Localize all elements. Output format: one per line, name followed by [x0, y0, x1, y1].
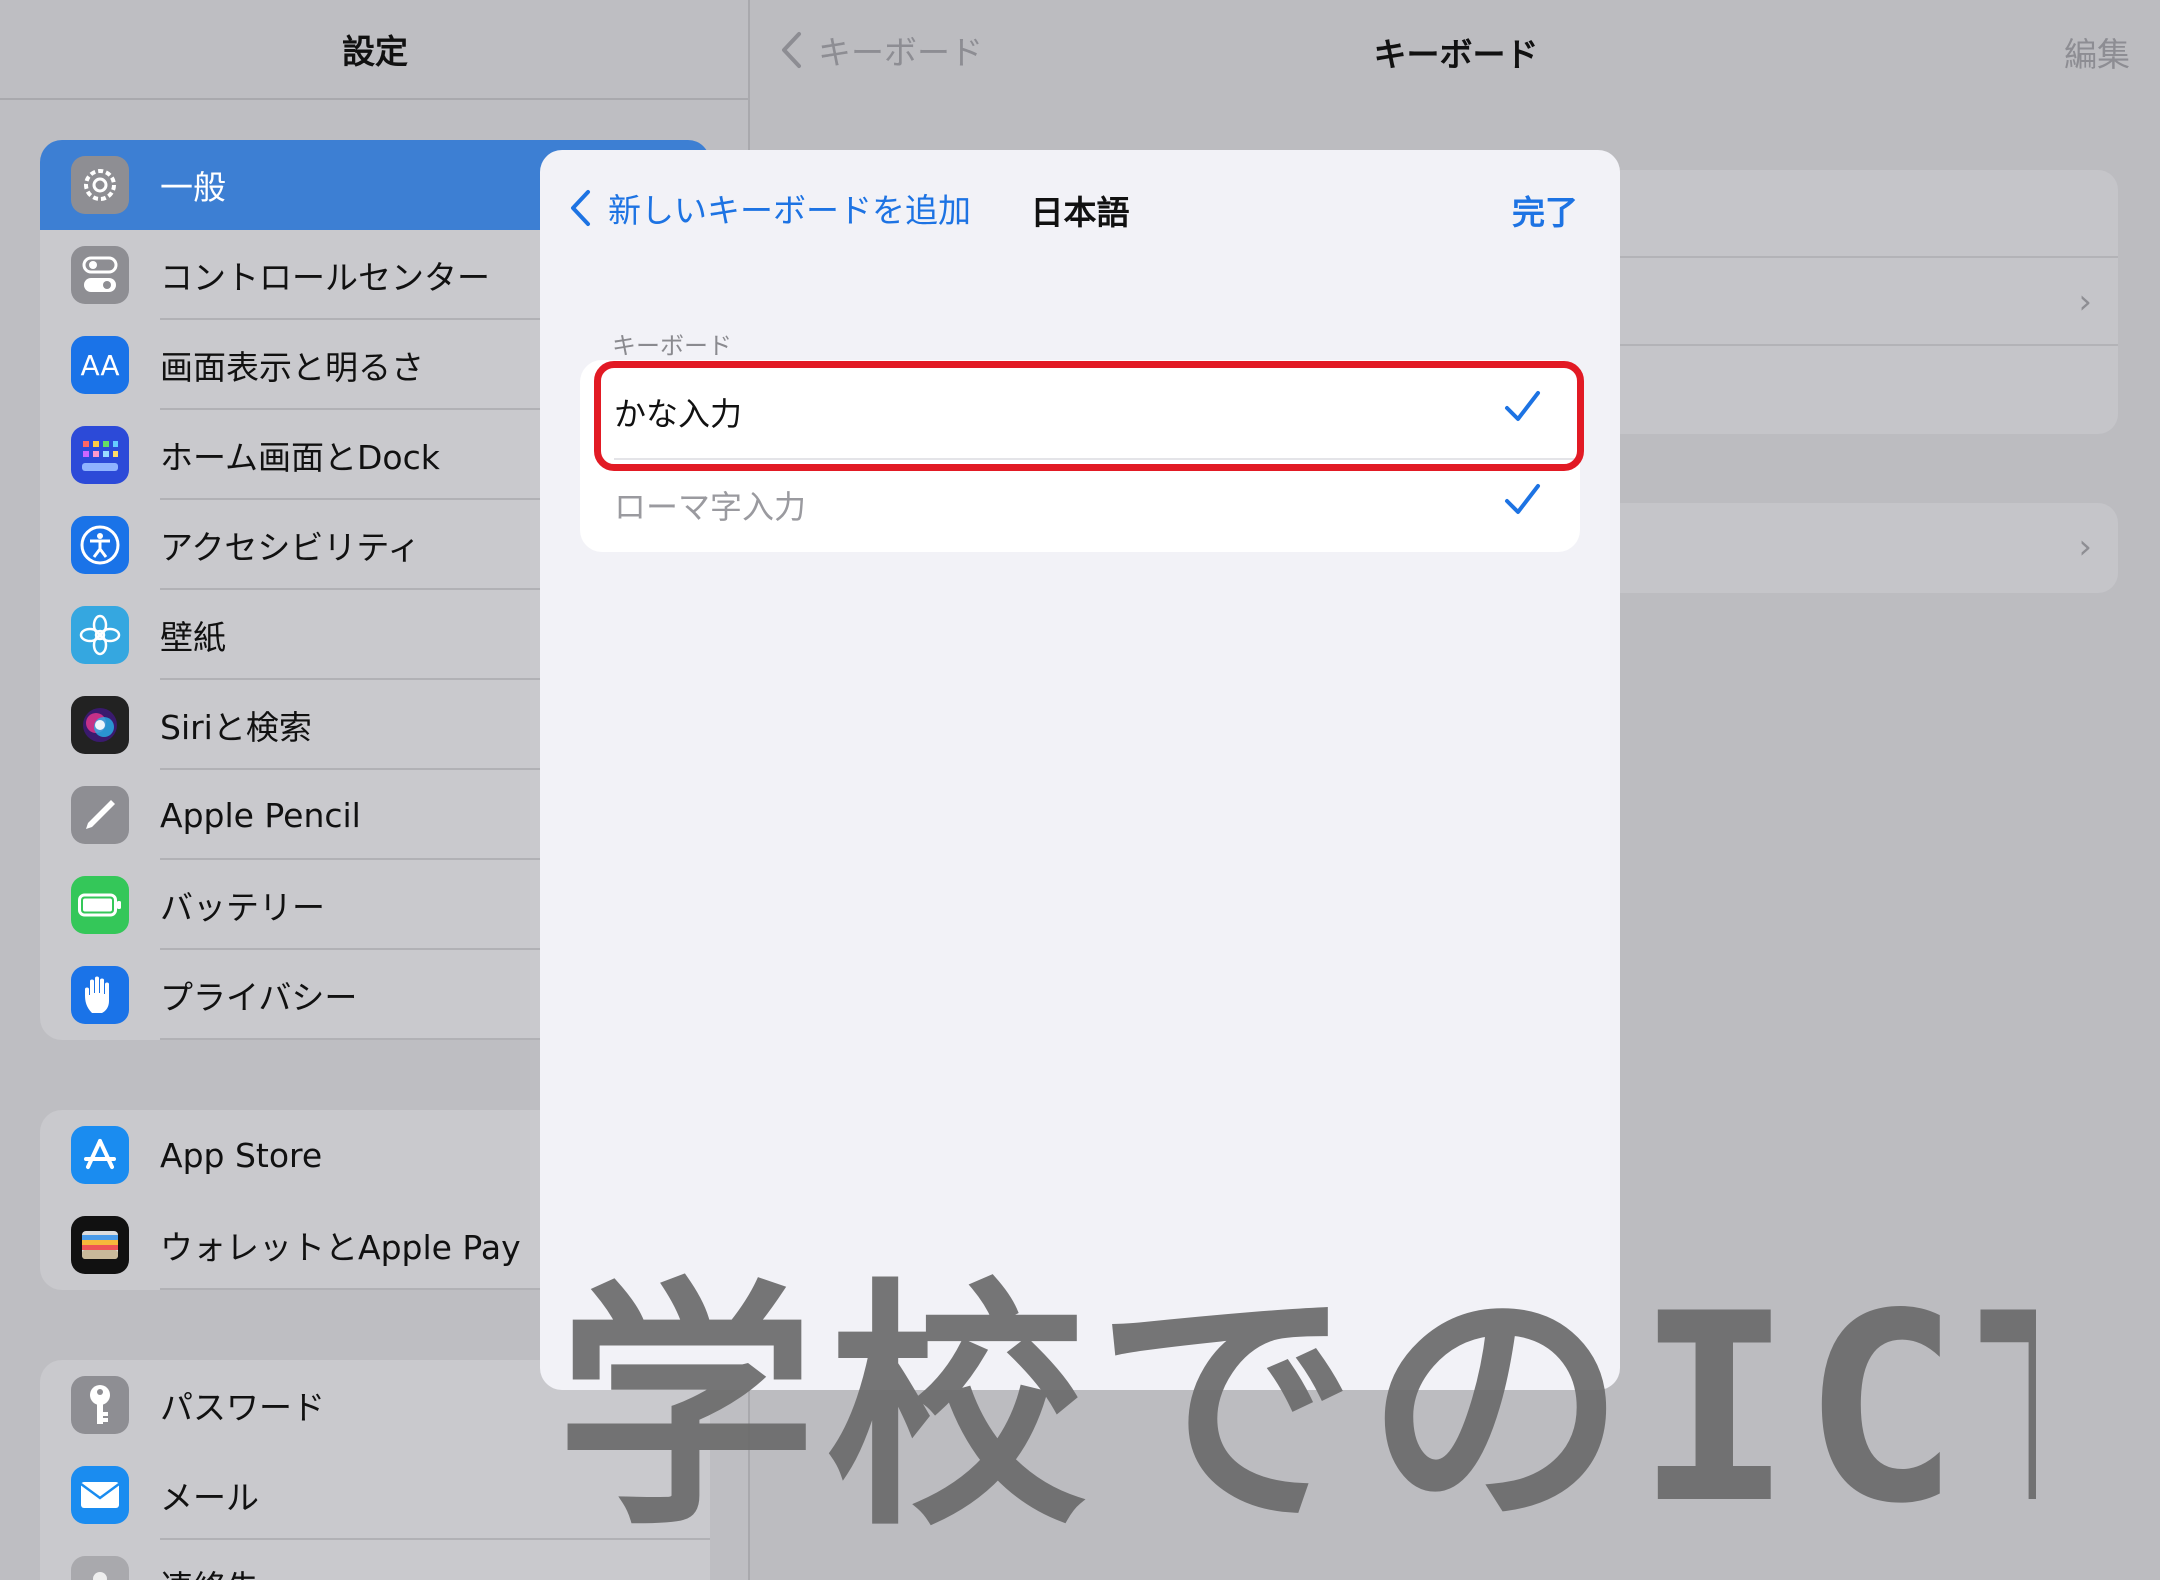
- accessibility-icon: [71, 516, 129, 574]
- annotation-highlight-box: [594, 361, 1584, 471]
- sidebar-item-label: Siriと検索: [160, 708, 312, 747]
- key-icon: [71, 1376, 129, 1434]
- text-size-icon: AA: [71, 336, 129, 394]
- toggles-icon: [71, 246, 129, 304]
- list-item[interactable]: [1552, 170, 2118, 258]
- checkmark-icon: [1505, 484, 1540, 514]
- edit-button[interactable]: 編集: [2064, 28, 2130, 76]
- done-button[interactable]: 完了: [1512, 186, 1578, 234]
- watermark-text: 学校でのICT: [556, 1260, 2036, 1560]
- sidebar-item-label: メール: [160, 1478, 259, 1517]
- add-keyboard-sheet: 新しいキーボードを追加 日本語 完了 キーボード かな入力 ローマ字入力: [540, 150, 1620, 1390]
- page-title: キーボード: [1373, 35, 1539, 74]
- sidebar-item-label: 画面表示と明るさ: [160, 348, 424, 387]
- battery-icon: [71, 876, 129, 934]
- sidebar-item-label: 一般: [160, 168, 226, 207]
- chevron-right-icon: ›: [2078, 527, 2092, 567]
- sidebar-item-label: App Store: [160, 1135, 323, 1175]
- sidebar-item-label: 壁紙: [160, 618, 226, 657]
- sidebar-item-label: バッテリー: [160, 888, 325, 927]
- sidebar-item-label: Apple Pencil: [160, 795, 361, 835]
- list-item[interactable]: ›: [1552, 503, 2118, 591]
- chevron-right-icon: ›: [2078, 282, 2092, 322]
- section-header: キーボード: [612, 332, 732, 360]
- sidebar-header: 設定: [0, 0, 750, 100]
- option-label: ローマ字入力: [614, 488, 807, 526]
- flower-icon: [71, 606, 129, 664]
- wallet-icon: [71, 1216, 129, 1274]
- home-grid-icon: [71, 426, 129, 484]
- sheet-title: 日本語: [1030, 193, 1130, 232]
- contacts-icon: [71, 1556, 129, 1580]
- sidebar-item-label: ホーム画面とDock: [160, 438, 440, 477]
- sidebar-title: 設定: [342, 32, 408, 71]
- mail-icon: [71, 1466, 129, 1524]
- list-item[interactable]: [1552, 346, 2118, 434]
- list-item[interactable]: ›: [1552, 258, 2118, 346]
- sidebar-item-label: 連絡先: [160, 1561, 259, 1580]
- gear-icon: [71, 156, 129, 214]
- pencil-icon: [71, 786, 129, 844]
- sidebar-item-label: プライバシー: [160, 978, 358, 1017]
- sidebar-item-label: コントロールセンター: [160, 258, 490, 297]
- siri-icon: [71, 696, 129, 754]
- sidebar-item-label: ウォレットとApple Pay: [160, 1228, 521, 1267]
- sidebar-item-label: アクセシビリティ: [160, 528, 421, 567]
- app-store-icon: [71, 1126, 129, 1184]
- sidebar-item-label: パスワード: [160, 1388, 325, 1427]
- detail-group-options: ›: [1552, 503, 2118, 593]
- hand-icon: [71, 966, 129, 1024]
- detail-group-keyboards: ›: [1552, 170, 2118, 434]
